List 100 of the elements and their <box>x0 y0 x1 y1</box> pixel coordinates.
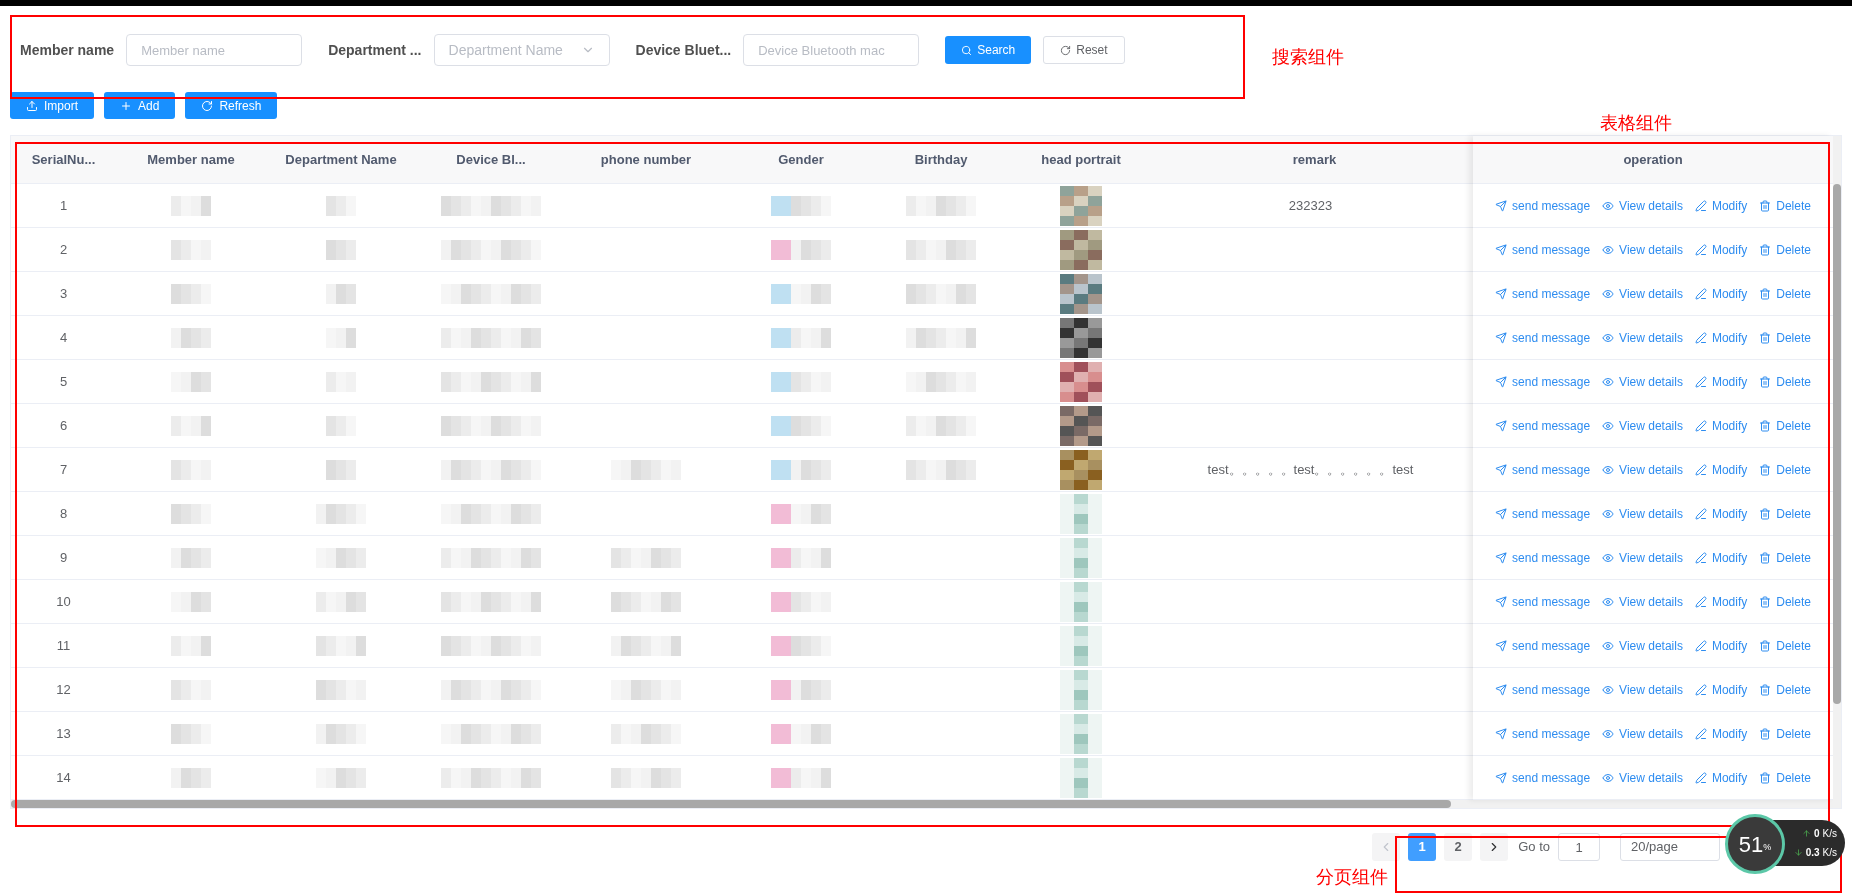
toolbar-button[interactable]: Import <box>10 92 94 119</box>
action-link[interactable]: View details <box>1602 504 1683 523</box>
action-link[interactable]: Delete <box>1759 592 1811 611</box>
action-link[interactable]: View details <box>1602 284 1683 303</box>
action-link[interactable]: View details <box>1602 768 1683 787</box>
action-link[interactable]: Modify <box>1694 416 1748 435</box>
action-link[interactable]: View details <box>1602 460 1683 479</box>
upload-speed: 0 <box>1814 827 1820 841</box>
send-icon <box>1495 199 1508 212</box>
action-link[interactable]: Delete <box>1759 196 1811 215</box>
action-link[interactable]: Modify <box>1694 240 1748 259</box>
action-link[interactable]: View details <box>1602 240 1683 259</box>
department-select[interactable]: Department Name <box>433 34 610 66</box>
action-link[interactable]: Modify <box>1694 680 1748 699</box>
action-link[interactable]: View details <box>1602 724 1683 743</box>
action-link[interactable]: Delete <box>1759 680 1811 699</box>
next-page-button[interactable] <box>1480 833 1509 861</box>
pixelated-block <box>326 327 356 348</box>
table-cell-text: 5 <box>59 372 68 391</box>
action-link[interactable]: send message <box>1495 372 1591 391</box>
pixelated-block <box>171 327 211 348</box>
action-link[interactable]: Delete <box>1759 724 1811 743</box>
action-link[interactable]: Modify <box>1694 284 1748 303</box>
action-link[interactable]: Modify <box>1694 768 1748 787</box>
eye-icon <box>1602 551 1615 564</box>
action-link[interactable]: Delete <box>1759 372 1811 391</box>
action-link[interactable]: Modify <box>1694 196 1748 215</box>
page-button[interactable]: 2 <box>1444 833 1473 861</box>
action-link[interactable]: Modify <box>1694 460 1748 479</box>
toolbar-button[interactable]: Refresh <box>185 92 278 119</box>
action-link[interactable]: View details <box>1602 372 1683 391</box>
pen-icon <box>1694 243 1707 256</box>
annotation-label: 分页组件 <box>1316 866 1388 889</box>
eye-icon <box>1602 771 1615 784</box>
search-field[interactable]: Device Bluetooth mac <box>743 34 920 66</box>
action-link[interactable]: send message <box>1495 328 1591 347</box>
eye-icon <box>1602 727 1615 740</box>
toolbar-button[interactable]: Add <box>104 92 176 119</box>
action-link[interactable]: View details <box>1602 680 1683 699</box>
trash-icon <box>1759 551 1772 564</box>
action-link[interactable]: Modify <box>1694 372 1748 391</box>
pixelated-block <box>771 371 831 392</box>
field-label: Device Bluet... <box>635 40 732 60</box>
pen-icon <box>1694 551 1707 564</box>
table-cell-text: 4 <box>59 328 68 347</box>
send-icon <box>1495 727 1508 740</box>
reset-button[interactable]: Reset <box>1043 36 1125 64</box>
pen-icon <box>1694 727 1707 740</box>
action-link[interactable]: Modify <box>1694 636 1748 655</box>
pen-icon <box>1694 199 1707 212</box>
action-link[interactable]: Modify <box>1694 548 1748 567</box>
action-link[interactable]: send message <box>1495 548 1591 567</box>
action-link[interactable]: Delete <box>1759 504 1811 523</box>
scrollbar-thumb[interactable] <box>11 800 1451 808</box>
download-arrow-icon <box>1793 848 1803 857</box>
search-field[interactable]: Member name <box>126 34 303 66</box>
action-link[interactable]: Delete <box>1759 240 1811 259</box>
action-link[interactable]: send message <box>1495 768 1591 787</box>
action-link[interactable]: send message <box>1495 284 1591 303</box>
action-link[interactable]: send message <box>1495 592 1591 611</box>
action-link[interactable]: Delete <box>1759 328 1811 347</box>
action-link[interactable]: View details <box>1602 636 1683 655</box>
action-link[interactable]: Delete <box>1759 548 1811 567</box>
action-link[interactable]: View details <box>1602 196 1683 215</box>
page-number-field[interactable]: 1 <box>1558 833 1600 861</box>
action-link[interactable]: Modify <box>1694 328 1748 347</box>
pixelated-block <box>171 371 211 392</box>
action-link[interactable]: send message <box>1495 460 1591 479</box>
action-link[interactable]: Modify <box>1694 504 1748 523</box>
action-link[interactable]: send message <box>1495 416 1591 435</box>
pen-icon <box>1694 419 1707 432</box>
column-header: phone number <box>600 150 692 169</box>
action-link[interactable]: send message <box>1495 504 1591 523</box>
pixelated-block <box>171 503 211 524</box>
page-button[interactable]: 1 <box>1408 833 1437 861</box>
table-cell-text: 9 <box>59 548 68 567</box>
pixelated-block <box>771 591 831 612</box>
action-link[interactable]: send message <box>1495 724 1591 743</box>
scrollbar-thumb[interactable] <box>1833 184 1841 704</box>
action-link[interactable]: Delete <box>1759 416 1811 435</box>
action-link[interactable]: Delete <box>1759 460 1811 479</box>
action-link[interactable]: Delete <box>1759 284 1811 303</box>
action-link[interactable]: View details <box>1602 328 1683 347</box>
eye-icon <box>1602 463 1615 476</box>
trash-icon <box>1759 683 1772 696</box>
action-link[interactable]: Delete <box>1759 636 1811 655</box>
action-link[interactable]: Delete <box>1759 768 1811 787</box>
action-link[interactable]: View details <box>1602 548 1683 567</box>
action-link[interactable]: Modify <box>1694 592 1748 611</box>
action-link[interactable]: send message <box>1495 240 1591 259</box>
action-link[interactable]: View details <box>1602 416 1683 435</box>
action-link[interactable]: View details <box>1602 592 1683 611</box>
table-cell-text: test。。。。。test。。。。。。test <box>1207 460 1414 479</box>
action-link[interactable]: Modify <box>1694 724 1748 743</box>
page-size-select[interactable]: 20/page <box>1620 833 1720 861</box>
action-link[interactable]: send message <box>1495 636 1591 655</box>
search-button[interactable]: Search <box>945 36 1032 64</box>
pixelated-block <box>171 679 211 700</box>
action-link[interactable]: send message <box>1495 196 1591 215</box>
action-link[interactable]: send message <box>1495 680 1591 699</box>
